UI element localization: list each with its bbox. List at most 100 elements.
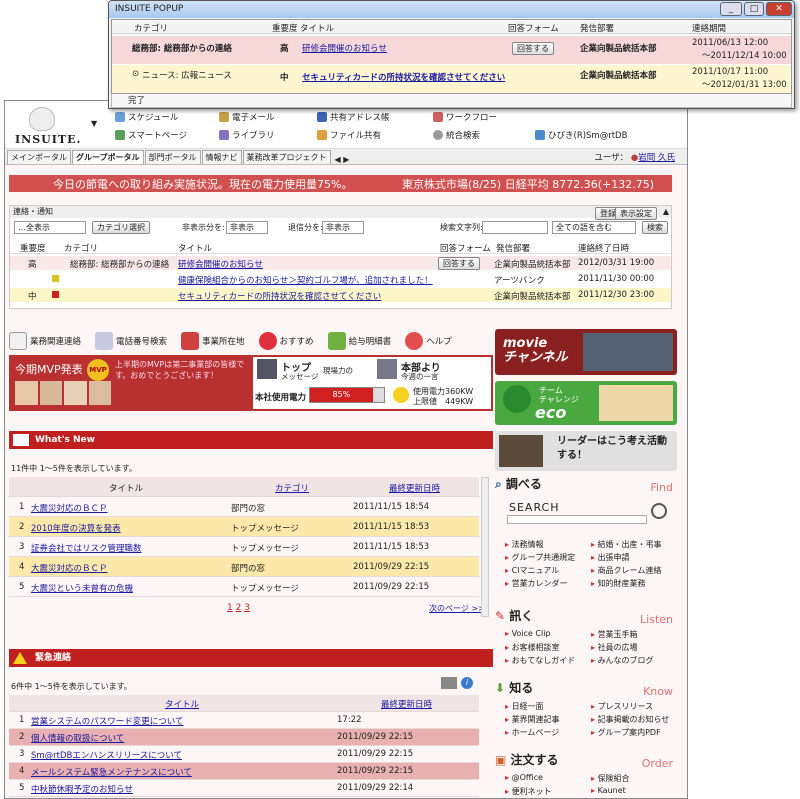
movie-channel-banner[interactable]: movie チャンネル: [495, 329, 677, 375]
nav-smartpage[interactable]: スマートページ: [115, 129, 187, 141]
col-date-sort[interactable]: 最終更新日時: [389, 482, 440, 494]
close-button[interactable]: ✕: [766, 2, 792, 16]
nav-schedule[interactable]: スケジュール: [115, 111, 178, 123]
collapse-icon[interactable]: ▲: [663, 206, 669, 218]
find-link[interactable]: CIマニュアル: [505, 565, 591, 576]
col-title[interactable]: タイトル: [178, 242, 212, 254]
logo-dropdown-icon[interactable]: ▼: [91, 119, 97, 128]
print-icon[interactable]: [441, 677, 457, 689]
article-link[interactable]: 証券会社ではリスク管理職数: [31, 542, 142, 554]
know-link[interactable]: 業界関連記事: [505, 714, 591, 725]
col-date-sort[interactable]: 最終更新日時: [381, 698, 432, 710]
nav-library[interactable]: ライブラリ: [219, 129, 275, 141]
minimize-button[interactable]: _: [720, 2, 742, 16]
find-link[interactable]: グループ共通規定: [505, 552, 591, 563]
tab-info-navi[interactable]: 情報ナビ: [201, 150, 242, 164]
tab-scroll-arrows[interactable]: ◀ ▶: [335, 155, 350, 164]
urgent-link[interactable]: メールシステム緊急メンテナンスについて: [31, 766, 192, 778]
listen-link[interactable]: おもてなしガイド: [505, 655, 591, 666]
page-2-link[interactable]: 2: [236, 603, 242, 613]
col-title-sort[interactable]: タイトル: [165, 698, 199, 710]
find-link[interactable]: 結婚・出産・弔事: [591, 539, 677, 550]
find-link[interactable]: 営業カレンダー: [505, 578, 591, 589]
find-link[interactable]: 法務情報: [505, 539, 591, 550]
know-link[interactable]: ホームページ: [505, 727, 591, 738]
col-category-sort[interactable]: カテゴリ: [275, 482, 309, 494]
urgent-link[interactable]: 個人情報の取扱について: [31, 732, 124, 744]
nav-address-book[interactable]: 共有アドレス帳: [317, 111, 390, 123]
user-name-link[interactable]: 岩岡 久氏: [638, 153, 675, 163]
know-link[interactable]: 日経一面: [505, 701, 591, 712]
listen-link[interactable]: みんなのブログ: [591, 655, 677, 666]
tab-dept-portal[interactable]: 部門ポータル: [144, 150, 201, 164]
nav-smartdb[interactable]: ひびき(R)Sm@rtDB: [535, 129, 627, 141]
know-link[interactable]: プレスリリース: [591, 701, 677, 712]
find-link[interactable]: 出張申請: [591, 552, 677, 563]
tab-group-portal[interactable]: グループポータル: [72, 150, 144, 164]
payslip-link[interactable]: 給与明細書: [327, 332, 391, 350]
table-row: 5 大震災という未曾有の危機 トップメッセージ 2011/09/29 22:15: [9, 577, 479, 597]
nav-file-share[interactable]: ファイル共有: [317, 129, 381, 141]
listen-link[interactable]: 社員の広場: [591, 642, 677, 653]
urgent-link[interactable]: Sm@rtDBエンハンスリリースについて: [31, 749, 182, 761]
business-contact-link[interactable]: 業務関連連絡: [9, 332, 81, 350]
next-page-link[interactable]: 次のページ >>: [429, 603, 485, 614]
article-link[interactable]: 大震災対応のＢＣＰ: [31, 562, 108, 574]
page-1-link[interactable]: 1: [227, 603, 233, 613]
insuite-logo[interactable]: INSUITE.: [11, 107, 91, 147]
urgent-link[interactable]: 営業システムのパスワード変更について: [31, 715, 184, 727]
dept-message-photo[interactable]: [377, 359, 397, 379]
eco-challenge-banner[interactable]: チーム チャレンジ eco: [495, 381, 677, 425]
notice-title-link[interactable]: 研修会開催のお知らせ: [178, 258, 263, 270]
find-link[interactable]: 知的財産業務: [591, 578, 677, 589]
retired-filter-select[interactable]: 非表示: [322, 220, 364, 234]
page-3-link[interactable]: 3: [244, 603, 250, 613]
order-link[interactable]: @Office: [505, 773, 591, 784]
tab-reform-project[interactable]: 業務改革プロジェクト: [242, 150, 331, 164]
help-link[interactable]: ヘルプ: [405, 332, 452, 350]
popup-title-link[interactable]: セキュリティカードの所持状況を確認させてください: [302, 71, 505, 83]
answer-button[interactable]: 回答する: [438, 257, 480, 270]
search-icon[interactable]: [651, 503, 667, 519]
urgent-link[interactable]: 中秋節休暇予定のお知らせ: [31, 783, 133, 795]
leader-banner[interactable]: リーダーはこう考え活動する！: [495, 431, 677, 471]
search-button[interactable]: 検索: [642, 220, 668, 234]
listen-link[interactable]: Voice Clip: [505, 629, 591, 640]
popup-title-link[interactable]: 研修会開催のお知らせ: [302, 42, 387, 54]
order-link[interactable]: 保険組合: [591, 773, 677, 784]
search-text-input[interactable]: [482, 220, 548, 234]
listen-link[interactable]: お客様相談室: [505, 642, 591, 653]
nav-workflow[interactable]: ワークフロー: [433, 111, 497, 123]
order-link[interactable]: 便利ネット: [505, 786, 591, 797]
col-end-date[interactable]: 連絡終了日時: [578, 242, 629, 254]
nav-email[interactable]: 電子メール: [219, 111, 275, 123]
order-link[interactable]: Kaunet: [591, 786, 677, 797]
category-filter-select[interactable]: …全表示: [14, 220, 86, 234]
house-icon: [181, 332, 200, 350]
article-link[interactable]: 大震災対応のＢＣＰ: [31, 502, 108, 514]
category-select-button[interactable]: カテゴリ選択: [92, 220, 150, 234]
office-location-link[interactable]: 事業所在地: [181, 332, 245, 350]
find-link[interactable]: 商品クレーム連絡: [591, 565, 677, 576]
popup-answer-button[interactable]: 回答する: [512, 42, 554, 55]
maximize-button[interactable]: □: [744, 2, 764, 16]
col-priority[interactable]: 重要度: [20, 242, 46, 254]
hidden-filter-select[interactable]: 非表示: [226, 220, 268, 234]
notice-title-link[interactable]: セキュリティカードの所持状況を確認させてください: [178, 290, 381, 302]
top-message-photo[interactable]: [257, 359, 277, 379]
recommend-link[interactable]: おすすめ: [258, 332, 314, 350]
phone-search-link[interactable]: 電話番号検索: [95, 332, 167, 350]
listen-link[interactable]: 営業玉手箱: [591, 629, 677, 640]
table-row: 5 中秋節休暇予定のお知らせ 2011/09/29 22:14: [9, 780, 479, 797]
know-link[interactable]: グループ案内PDF: [591, 727, 677, 738]
sidebar-search-input[interactable]: [507, 515, 647, 524]
article-link[interactable]: 大震災という未曾有の危機: [31, 582, 133, 594]
article-link[interactable]: 2010年度の決算を発表: [31, 522, 121, 534]
notice-title-link[interactable]: 健康保険組合からのお知らせ＞契約ゴルフ場が、追加されました！: [178, 274, 433, 286]
search-mode-select[interactable]: 全ての語を含む: [552, 220, 636, 234]
whats-new-scrollbar[interactable]: [481, 477, 489, 617]
tab-main-portal[interactable]: メインポータル: [7, 150, 71, 164]
nav-search[interactable]: 統合検索: [433, 129, 480, 141]
know-link[interactable]: 記事掲載のお知らせ: [591, 714, 677, 725]
info-icon[interactable]: i: [461, 677, 473, 689]
